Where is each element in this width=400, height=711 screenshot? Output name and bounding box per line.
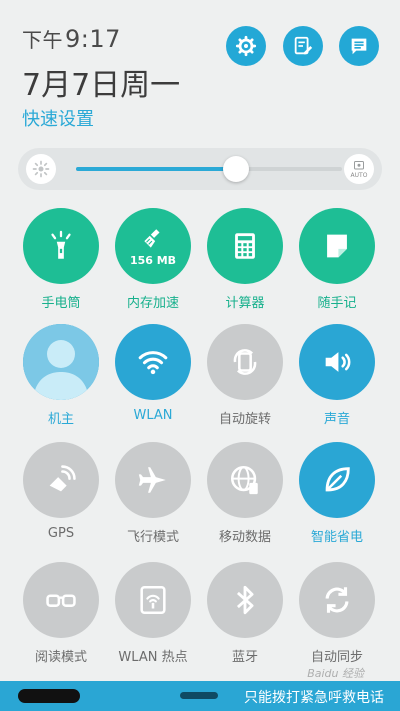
watermark: Baidu 经验 [307,667,364,680]
calculator-toggle-button[interactable] [207,208,283,284]
edit-note-button[interactable] [283,26,323,66]
tile-reading-mode[interactable]: 阅读模式 [15,562,107,665]
edit-note-icon [294,36,313,55]
tile-label: GPS [47,526,75,541]
tile-label: 飞行模式 [126,530,179,545]
settings-button[interactable] [226,26,266,66]
bottom-bar: 只能拨打紧急呼救电话 [0,681,400,711]
drag-handle[interactable] [180,692,218,699]
tile-label: 机主 [47,412,74,427]
clock-ampm: 下午 [22,28,63,52]
glasses-icon [44,583,78,617]
auto-brightness-icon [354,160,364,169]
brightness-control: AUTO [18,148,382,190]
tile-mobile-data[interactable]: 移动数据 [199,442,291,545]
sound-toggle-button[interactable] [299,324,375,400]
emergency-call-text: 只能拨打紧急呼救电话 [244,690,384,706]
calculator-icon [228,229,262,263]
tile-owner[interactable]: 机主 [15,324,107,427]
speaker-icon [320,345,354,379]
tile-auto-rotate[interactable]: 自动旋转 [199,324,291,427]
boost-value: 156 MB [129,253,177,267]
tile-wlan[interactable]: WLAN [107,324,199,423]
bluetooth-toggle-button[interactable] [207,562,283,638]
tile-quick-memo[interactable]: 随手记 [291,208,383,311]
quick-settings-title: 快速设置 [22,109,94,130]
auto-sync-toggle-button[interactable] [299,562,375,638]
leaf-icon [320,463,354,497]
hotspot-icon [136,583,170,617]
airplane-icon [136,463,170,497]
gps-toggle-button[interactable] [23,442,99,518]
airplane-toggle-button[interactable] [115,442,191,518]
tile-label: 计算器 [225,296,265,311]
tile-label: 随手记 [317,296,357,311]
tile-bluetooth[interactable]: 蓝牙 [199,562,291,665]
tile-power-saving[interactable]: 智能省电 [291,442,383,545]
tile-label: 蓝牙 [231,650,258,665]
clock-time: 9:17 [65,25,121,53]
tile-sound[interactable]: 声音 [291,324,383,427]
clock: 下午9:17 [22,24,121,53]
tile-flashlight[interactable]: 手电筒 [15,208,107,311]
tile-label: 手电筒 [41,296,81,311]
tile-boost[interactable]: 156 MB 内存加速 [107,208,199,311]
brightness-fill [76,167,236,171]
gear-icon [235,35,257,57]
flashlight-icon [44,229,78,263]
notification-list-button[interactable] [339,26,379,66]
auto-brightness-label: AUTO [350,171,368,179]
bluetooth-icon [228,583,262,617]
brightness-slider[interactable] [76,156,342,182]
wlan-toggle-button[interactable] [115,324,191,400]
auto-brightness-button[interactable]: AUTO [344,154,374,184]
sync-icon [320,583,354,617]
broom-icon [140,226,166,252]
tile-label: WLAN [133,408,173,423]
user-avatar-icon [23,324,99,400]
gps-icon [44,463,78,497]
notification-list-icon [351,38,367,55]
status-header: 下午9:17 7月7日周一 快速设置 [0,0,400,140]
tile-airplane[interactable]: 飞行模式 [107,442,199,545]
rotate-icon [228,345,262,379]
tile-label: 内存加速 [126,296,179,311]
tile-label: WLAN 热点 [118,650,188,665]
power-saving-toggle-button[interactable] [299,442,375,518]
boost-toggle-button[interactable]: 156 MB [115,208,191,284]
tile-label: 阅读模式 [34,650,87,665]
tile-label: 自动旋转 [218,412,271,427]
quick-memo-toggle-button[interactable] [299,208,375,284]
tile-hotspot[interactable]: WLAN 热点 [107,562,199,665]
tile-label: 声音 [323,412,350,427]
mobile-data-toggle-button[interactable] [207,442,283,518]
tile-auto-sync[interactable]: 自动同步 [291,562,383,665]
tile-calculator[interactable]: 计算器 [199,208,291,311]
tile-label: 自动同步 [310,650,363,665]
globe-data-icon [228,463,262,497]
tile-gps[interactable]: GPS [15,442,107,541]
brightness-low-icon [26,154,56,184]
auto-rotate-toggle-button[interactable] [207,324,283,400]
tile-label: 智能省电 [310,530,363,545]
tile-label: 移动数据 [218,530,271,545]
reading-mode-toggle-button[interactable] [23,562,99,638]
hotspot-toggle-button[interactable] [115,562,191,638]
memo-icon [320,229,354,263]
flashlight-toggle-button[interactable] [23,208,99,284]
date-label: 7月7日周一 [22,68,181,103]
owner-toggle-button[interactable] [23,324,99,400]
carrier-redacted [18,689,80,703]
wifi-icon [136,345,170,379]
brightness-thumb[interactable] [222,156,249,182]
